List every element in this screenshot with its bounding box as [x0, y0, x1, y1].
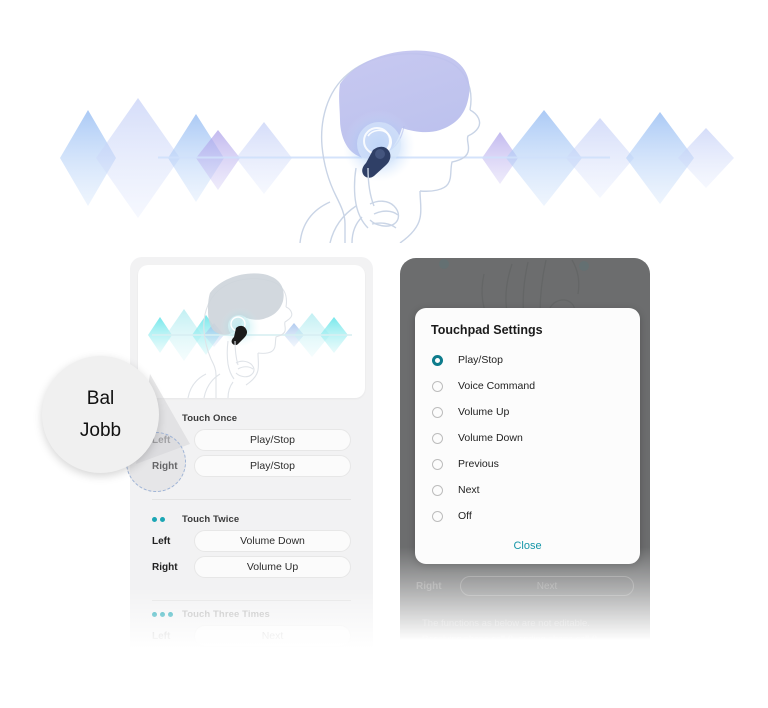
side-label: Left: [152, 535, 171, 547]
row-left: Left Volume Down: [130, 528, 373, 554]
hero-illustration: [0, 18, 768, 243]
section-title: Touch Twice: [182, 513, 240, 525]
section-header: Touch Three Times: [130, 605, 373, 623]
dialog-title: Touchpad Settings: [431, 323, 543, 337]
section-title: Touch Three Times: [182, 608, 270, 620]
phone-screen-dimmed: Right Next The functions as below are no…: [400, 258, 650, 657]
dot: [168, 611, 173, 617]
action-pill-left[interactable]: Volume Down: [194, 530, 351, 552]
row-left: Left Next: [130, 623, 373, 649]
close-button[interactable]: Close: [415, 529, 640, 556]
not-editable-note: The functions as below are not editable.: [422, 618, 590, 629]
row-right: Right Next: [130, 649, 373, 657]
option-off[interactable]: Off: [415, 503, 640, 529]
side-label: Right: [152, 657, 194, 658]
dot: [160, 516, 165, 522]
section-header: Touch Twice: [130, 510, 373, 528]
option-label: Volume Down: [458, 432, 523, 444]
action-pill-right[interactable]: Volume Up: [194, 556, 351, 578]
phone-mockup: Right Next The functions as below are no…: [400, 258, 650, 657]
divider: [152, 499, 351, 500]
radio-icon[interactable]: [432, 458, 443, 470]
row-right: Right Volume Up: [130, 554, 373, 580]
option-label: Volume Up: [458, 406, 510, 418]
option-next[interactable]: Next: [415, 477, 640, 503]
radio-icon[interactable]: [432, 380, 443, 392]
dot-indicator: [152, 516, 182, 522]
touchpad-settings-dialog: Touchpad Settings Play/Stop Voice Comman…: [415, 308, 640, 564]
radio-selected-icon[interactable]: [432, 354, 443, 366]
section-touch-twice: Touch Twice Left Volume Down Right Volum…: [130, 510, 373, 580]
dot-indicator: [152, 611, 182, 617]
radio-icon[interactable]: [432, 432, 443, 444]
option-voice-command[interactable]: Voice Command: [415, 373, 640, 399]
option-previous[interactable]: Previous: [415, 451, 640, 477]
option-label: Off: [458, 510, 472, 522]
option-label: Voice Command: [458, 380, 536, 392]
option-label: Previous: [458, 458, 499, 470]
dot: [160, 611, 165, 617]
divider: [152, 600, 351, 601]
screenshot-root: Touch Once Left Play/Stop Right Play/Sto…: [0, 0, 768, 708]
action-pill-left[interactable]: Play/Stop: [194, 429, 351, 451]
dot: [152, 611, 157, 617]
side-label: Left: [152, 630, 171, 642]
action-pill[interactable]: Next: [460, 576, 634, 596]
dot: [152, 516, 157, 522]
magnifier-callout: Bal Jobb: [42, 356, 159, 473]
phone-call-note: Receiving phone call (), ending phone ca…: [422, 634, 598, 644]
radio-icon[interactable]: [432, 510, 443, 522]
magnifier-line-2: Jobb: [79, 419, 122, 441]
side-label: Right: [416, 580, 442, 592]
side-label: Right: [152, 561, 178, 573]
option-label: Play/Stop: [458, 354, 503, 366]
option-label: Next: [458, 484, 480, 496]
section-touch-three-times: Touch Three Times Left Next Right Next: [130, 605, 373, 657]
underlay-row: Right Next: [400, 576, 650, 596]
option-volume-up[interactable]: Volume Up: [415, 399, 640, 425]
option-volume-down[interactable]: Volume Down: [415, 425, 640, 451]
action-pill-left[interactable]: Next: [194, 625, 351, 647]
action-pill-right[interactable]: Play/Stop: [194, 455, 351, 477]
radio-icon[interactable]: [432, 484, 443, 496]
radio-icon[interactable]: [432, 406, 443, 418]
magnifier-line-1: Bal: [86, 387, 115, 409]
action-pill-right[interactable]: Next: [194, 651, 351, 657]
option-play-stop[interactable]: Play/Stop: [415, 347, 640, 373]
